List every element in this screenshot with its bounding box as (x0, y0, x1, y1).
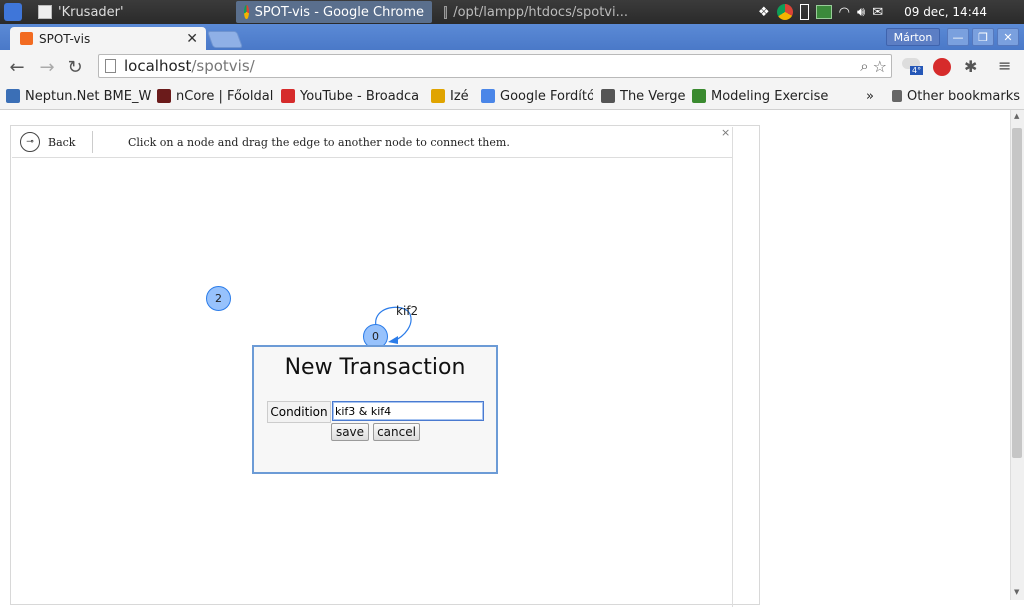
bookmarks-bar: Neptun.Net BME_W2 nCore | Főoldal YouTub… (0, 83, 1024, 110)
address-bar[interactable]: localhost/spotvis/ ⌕ ☆ (98, 54, 892, 78)
bookmark-ize[interactable]: Izé (431, 87, 473, 105)
forward-arrow-icon[interactable]: → (36, 56, 58, 78)
battery-icon[interactable] (799, 4, 809, 20)
maximize-icon[interactable]: ❐ (972, 28, 994, 46)
bookmark-label: Neptun.Net BME_W2 (25, 88, 152, 104)
extension-icon[interactable]: ✱ (964, 57, 986, 77)
dropbox-icon[interactable]: ❖ (758, 5, 770, 20)
taskbar-window-title: 'Krusader' (58, 4, 124, 20)
bookmark-label: Modeling Exercise – (711, 88, 832, 104)
scroll-up-icon[interactable]: ▲ (1014, 112, 1019, 120)
url-path: /spotvis/ (191, 57, 255, 75)
back-key-icon: ⊸ (20, 132, 40, 152)
verge-icon (601, 89, 615, 103)
hint-bar: ⊸ Back Click on a node and drag the edge… (12, 127, 732, 158)
profile-button[interactable]: Márton (886, 28, 940, 46)
modeling-icon (692, 89, 706, 103)
divider (92, 131, 93, 153)
instruction-text: Click on a node and drag the edge to ano… (128, 136, 510, 149)
xampp-favicon (20, 32, 33, 45)
taskbar-window-krusader[interactable]: 'Krusader' (30, 1, 230, 23)
tab-close-icon[interactable]: ✕ (186, 31, 198, 47)
mail-icon[interactable]: ✉ (872, 5, 883, 20)
bookmark-modeling-exercise[interactable]: Modeling Exercise – (692, 87, 832, 105)
volume-icon[interactable]: 🔊︎ (857, 5, 865, 20)
edge-arrowhead (388, 336, 398, 344)
scroll-down-icon[interactable]: ▼ (1014, 588, 1019, 596)
bookmark-label: Izé (450, 88, 469, 104)
bookmark-label: Other bookmarks (906, 88, 1020, 104)
wifi-icon[interactable]: ◠ (839, 5, 850, 20)
edge-label[interactable]: kif2 (396, 304, 418, 318)
graph-node[interactable]: 2 (206, 286, 231, 311)
bookmark-label: YouTube - Broadcas (300, 88, 419, 104)
folder-icon (892, 90, 902, 102)
tab-title: SPOT-vis (39, 31, 91, 46)
download-icon[interactable] (815, 5, 832, 19)
weather-badge: 4° (910, 66, 924, 75)
start-menu-icon[interactable] (4, 3, 22, 21)
taskbar-window-chrome[interactable]: SPOT-vis - Google Chrome (236, 1, 432, 23)
bookmark-label: Google Fordító (500, 88, 593, 104)
chrome-icon (244, 5, 249, 19)
bookmark-the-verge[interactable]: The Verge (601, 87, 685, 105)
ize-icon (431, 89, 445, 103)
close-window-icon[interactable]: ✕ (997, 28, 1019, 46)
minimize-icon[interactable]: — (947, 28, 969, 46)
taskbar-window-title: SPOT-vis - Google Chrome (254, 4, 424, 20)
bookmark-youtube[interactable]: YouTube - Broadcas (281, 87, 419, 105)
youtube-icon (281, 89, 295, 103)
back-arrow-icon[interactable]: ← (6, 56, 28, 78)
new-tab-button[interactable] (206, 31, 244, 48)
adblock-icon[interactable] (933, 58, 951, 76)
search-icon[interactable]: ⌕ (860, 57, 868, 75)
folder-window-icon (444, 5, 448, 19)
bookmark-neptun[interactable]: Neptun.Net BME_W2 (6, 87, 152, 105)
url-host: localhost (124, 57, 192, 75)
bookmark-label: The Verge (620, 88, 685, 104)
menu-icon[interactable]: ≡ (998, 56, 1018, 78)
new-transaction-dialog: New Transaction Condition save cancel (252, 345, 498, 474)
scroll-thumb[interactable] (1012, 128, 1022, 458)
bookmark-label: nCore | Főoldal (176, 88, 274, 104)
bookmark-ncore[interactable]: nCore | Főoldal (157, 87, 275, 105)
back-label: Back (48, 135, 76, 149)
bookmark-star-icon[interactable]: ☆ (873, 57, 887, 76)
os-taskbar: 'Krusader' SPOT-vis - Google Chrome /opt… (0, 0, 1024, 24)
dialog-title: New Transaction (284, 355, 466, 380)
bookmark-google-translate[interactable]: Google Fordító (481, 87, 593, 105)
tab-spot-vis[interactable]: SPOT-vis ✕ (10, 27, 206, 50)
save-button[interactable]: save (331, 423, 369, 441)
translate-icon (481, 89, 495, 103)
page-icon (105, 59, 116, 73)
taskbar-window-folder[interactable]: /opt/lampp/htdocs/spotvi... (436, 1, 636, 23)
other-bookmarks[interactable]: Other bookmarks (892, 87, 1020, 105)
ncore-icon (157, 89, 171, 103)
condition-input[interactable] (332, 401, 484, 421)
neptun-icon (6, 89, 20, 103)
reload-icon[interactable]: ↻ (64, 56, 86, 78)
window-icon (38, 5, 52, 19)
cancel-button[interactable]: cancel (373, 423, 420, 441)
chrome-tray-icon[interactable] (776, 4, 793, 20)
clock[interactable]: 09 dec, 14:44 (904, 5, 987, 19)
close-panel-icon[interactable]: × (721, 126, 730, 139)
taskbar-window-title: /opt/lampp/htdocs/spotvi... (453, 4, 628, 20)
condition-label: Condition (267, 401, 331, 423)
back-button[interactable]: ⊸ Back (20, 131, 84, 153)
bookmarks-overflow-button[interactable]: » (866, 87, 878, 105)
weather-extension-icon[interactable]: 4° (900, 58, 924, 75)
